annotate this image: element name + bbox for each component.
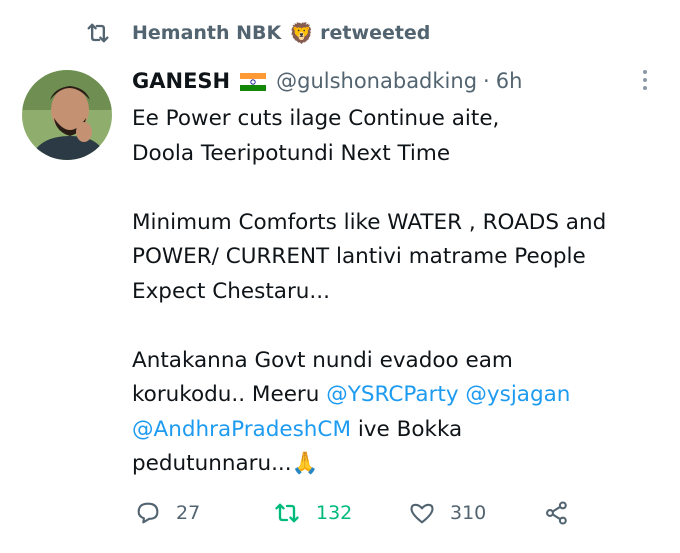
display-name[interactable]: GANESH — [132, 69, 230, 93]
retweet-count: 132 — [316, 502, 353, 524]
tweet-text: Ee Power cuts ilage Continue aite, Doola… — [132, 102, 672, 482]
tweet-text-fragment: korukodu.. Meeru — [132, 382, 327, 407]
india-flag-icon — [240, 72, 267, 91]
retweet-button[interactable]: 132 — [272, 497, 352, 529]
mention-ysjagan[interactable]: @ysjagan — [465, 382, 570, 407]
tweet-line: Expect Chestaru... — [132, 278, 330, 304]
retweeter-name[interactable]: Hemanth NBK — [132, 22, 281, 44]
reply-count: 27 — [176, 502, 201, 524]
mention-ysrcparty[interactable]: @YSRCParty — [326, 382, 458, 407]
avatar[interactable] — [22, 70, 112, 160]
share-button[interactable] — [543, 497, 585, 529]
retweet-context: Hemanth NBK 🦁 retweeted — [84, 18, 430, 48]
like-count: 310 — [450, 502, 487, 524]
mention-andhrapradeshcm[interactable]: @AndhraPradeshCM — [132, 417, 351, 442]
like-button[interactable]: 310 — [408, 497, 486, 529]
tweet-line: POWER/ CURRENT lantivi matrame People — [132, 244, 586, 269]
tweet-line: korukodu.. Meeru @YSRCParty @ysjagan — [132, 378, 672, 413]
user-handle[interactable]: @gulshonabadking — [276, 69, 477, 93]
reply-button[interactable]: 27 — [134, 497, 200, 529]
tweet-text-fragment: pedutunnaru... — [132, 451, 292, 476]
tweet-line: @AndhraPradeshCM ive Bokka — [132, 413, 672, 448]
tweet-line: pedutunnaru...🙏 — [132, 447, 672, 482]
more-options-icon[interactable] — [640, 68, 650, 94]
tweet-text-fragment: ive Bokka — [351, 416, 463, 442]
tweet-line: Ee Power cuts ilage Continue aite, — [132, 106, 500, 131]
retweet-icon — [87, 23, 109, 43]
separator-dot: · — [483, 69, 490, 93]
retweeted-label: retweeted — [320, 22, 431, 44]
tweet-actions: 27 132 310 — [0, 497, 680, 529]
retweet-icon — [275, 503, 299, 523]
tweet-line: Antakanna Govt nundi evadoo eam — [132, 347, 513, 373]
tweet-header: GANESH @gulshonabadking · 6h — [132, 66, 522, 96]
lion-emoji: 🦁 — [289, 21, 315, 45]
share-icon — [546, 501, 567, 525]
pray-emoji: 🙏 — [291, 451, 319, 476]
heart-icon — [410, 503, 434, 524]
reply-icon — [137, 502, 159, 524]
tweet-line: Doola Teeripotundi Next Time — [132, 140, 451, 166]
tweet-time[interactable]: 6h — [496, 69, 523, 93]
tweet-line: Minimum Comforts like WATER , ROADS and — [132, 209, 607, 235]
